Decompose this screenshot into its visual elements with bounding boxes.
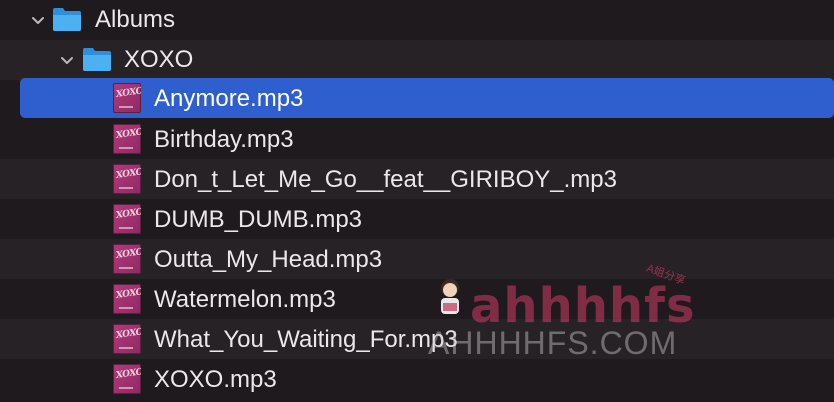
tree-row-albums[interactable]: Albums <box>0 0 834 40</box>
chevron-down-icon[interactable] <box>56 49 78 71</box>
file-row-birthday[interactable]: XOXO Birthday.mp3 <box>0 119 834 159</box>
album-art-icon: XOXO <box>113 244 141 274</box>
watermark-domain: AHHHHFS.COM <box>428 325 678 361</box>
album-art-icon: XOXO <box>113 284 141 314</box>
album-art-icon: XOXO <box>113 324 141 354</box>
file-row-xoxo[interactable]: XOXO XOXO.mp3 <box>0 359 834 399</box>
album-art-icon: XOXO <box>113 83 141 113</box>
file-name: DUMB_DUMB.mp3 <box>154 206 363 233</box>
file-name: What_You_Waiting_For.mp3 <box>154 326 458 353</box>
file-name: Birthday.mp3 <box>154 126 294 153</box>
tree-row-xoxo[interactable]: XOXO <box>0 40 834 80</box>
file-row-anymore[interactable]: XOXO Anymore.mp3 <box>20 78 834 118</box>
folder-icon <box>83 48 111 71</box>
file-row-dumb-dumb[interactable]: XOXO DUMB_DUMB.mp3 <box>0 199 834 239</box>
folder-label-albums: Albums <box>95 6 176 33</box>
album-art-icon: XOXO <box>113 124 141 154</box>
file-name: Watermelon.mp3 <box>154 286 336 313</box>
file-row-outta-my-head[interactable]: XOXO Outta_My_Head.mp3 <box>0 239 834 279</box>
file-name: Anymore.mp3 <box>154 85 304 112</box>
chevron-down-icon[interactable] <box>27 9 49 31</box>
album-art-icon: XOXO <box>113 204 141 234</box>
watermark-mascot-icon <box>441 279 459 314</box>
file-row-what-you-waiting-for[interactable]: XOXO What_You_Waiting_For.mp3 <box>0 319 834 359</box>
file-row-dont-let-me-go[interactable]: XOXO Don_t_Let_Me_Go__feat__GIRIBOY_.mp3 <box>0 159 834 199</box>
file-name: Don_t_Let_Me_Go__feat__GIRIBOY_.mp3 <box>154 166 617 193</box>
folder-label-xoxo: XOXO <box>124 46 194 73</box>
album-art-icon: XOXO <box>113 164 141 194</box>
file-row-watermelon[interactable]: XOXO Watermelon.mp3 <box>0 279 834 319</box>
file-name: XOXO.mp3 <box>154 366 277 393</box>
album-art-icon: XOXO <box>113 364 141 394</box>
file-name: Outta_My_Head.mp3 <box>154 246 383 273</box>
folder-icon <box>53 8 81 31</box>
